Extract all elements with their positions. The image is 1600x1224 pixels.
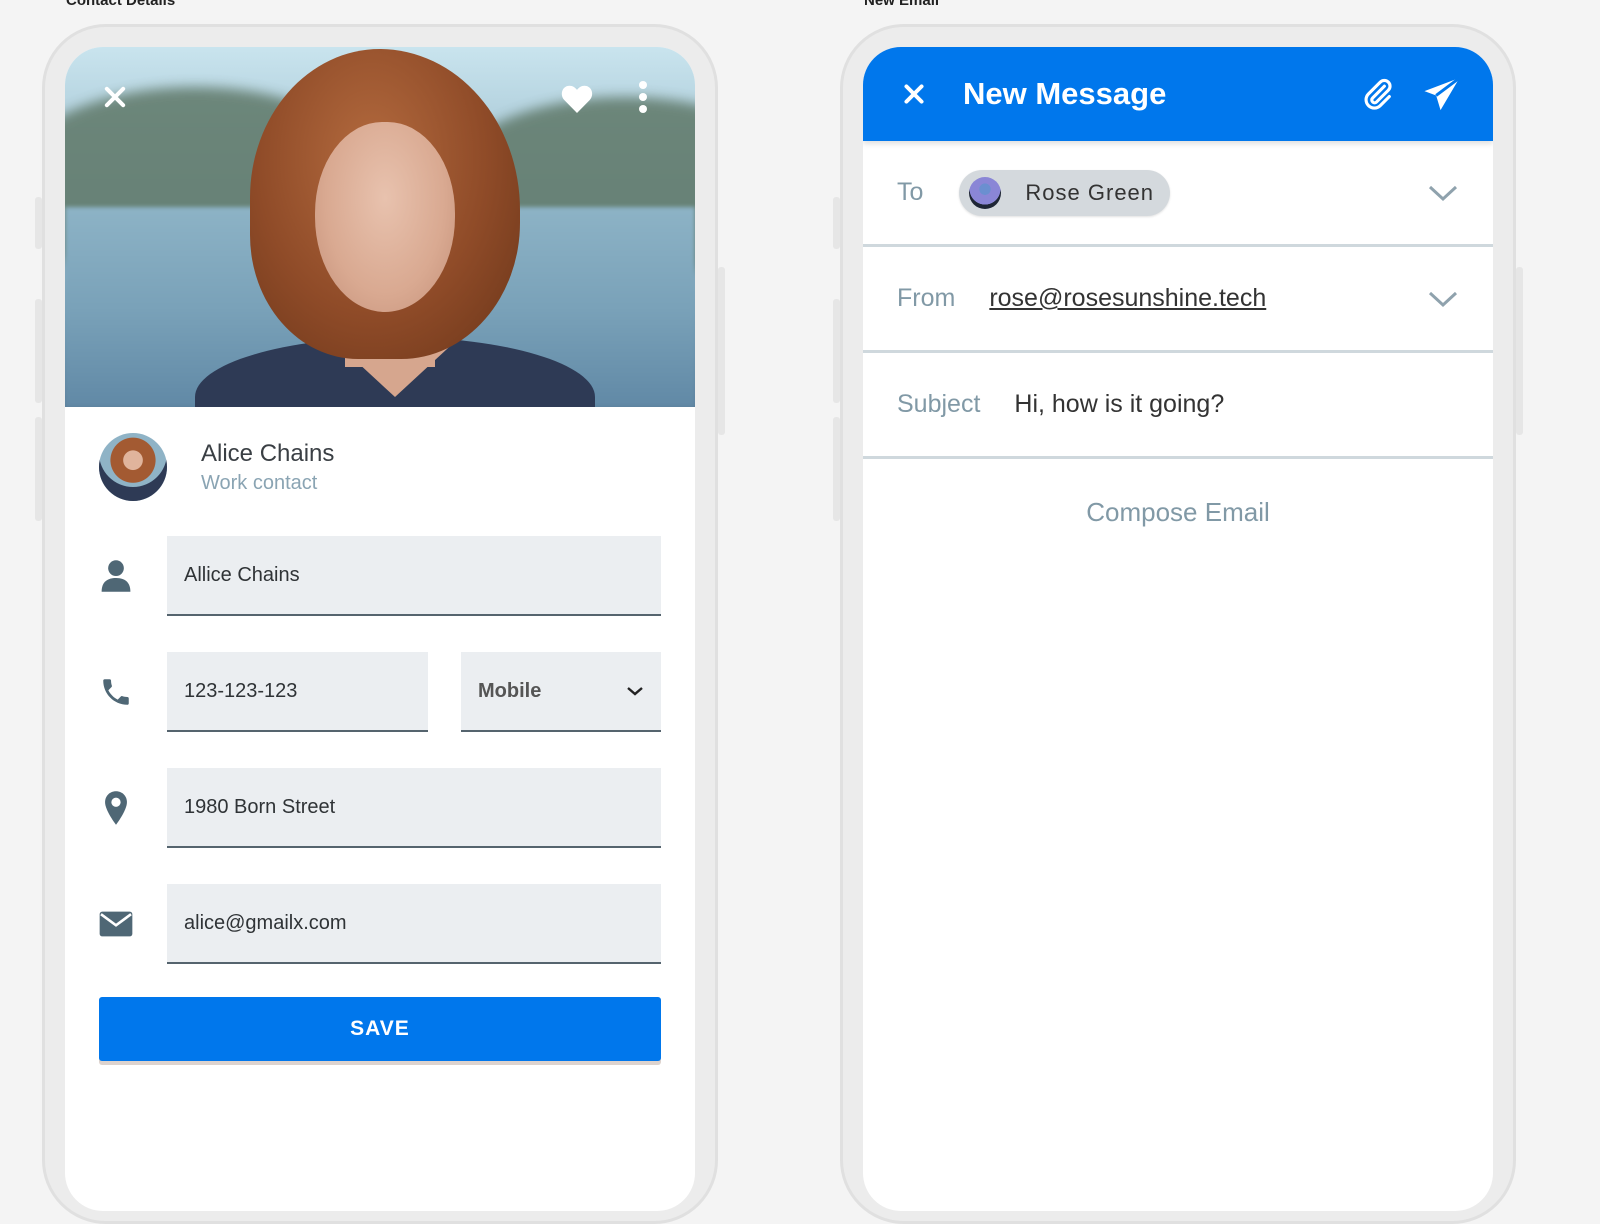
contact-phone-frame: Alice Chains Work contact Allice Chains … (35, 24, 725, 1224)
name-input-value: Allice Chains (184, 563, 300, 586)
contact-screen-caption: Contact Details (66, 0, 176, 9)
chevron-down-icon[interactable] (1427, 183, 1459, 203)
from-label: From (897, 284, 956, 312)
email-screen-caption: New Email (864, 0, 940, 9)
contact-type: Work contact (201, 471, 318, 494)
chevron-down-icon[interactable] (1427, 289, 1459, 309)
contact-name: Alice Chains (201, 439, 335, 467)
phone-input[interactable]: 123-123-123 (167, 652, 428, 732)
phone-volume-down-button (35, 417, 42, 521)
email-input[interactable]: alice@gmailx.com (167, 884, 661, 964)
contact-screen: Alice Chains Work contact Allice Chains … (65, 47, 695, 1211)
to-label: To (897, 178, 924, 206)
email-title: New Message (963, 76, 1167, 111)
chevron-down-icon (626, 685, 644, 697)
recipient-chip[interactable]: Rose Green (959, 169, 1171, 216)
from-row: From rose@rosesunshine.tech (863, 247, 1493, 353)
heart-icon[interactable] (559, 81, 595, 115)
send-icon[interactable] (1423, 76, 1461, 112)
phone-side-button (833, 197, 840, 249)
email-phone-frame: New Message To Rose Green From rose@rose… (833, 24, 1523, 1224)
phone-type-value: Mobile (478, 679, 542, 702)
from-address-link[interactable]: rose@rosesunshine.tech (989, 284, 1266, 313)
more-vertical-icon[interactable] (637, 79, 649, 115)
email-screen: New Message To Rose Green From rose@rose… (863, 47, 1493, 1211)
phone-input-value: 123-123-123 (184, 679, 298, 702)
close-icon[interactable] (101, 83, 129, 111)
to-row: To Rose Green (863, 141, 1493, 247)
contact-cover-photo (65, 47, 695, 407)
subject-row: Subject Hi, how is it going? (863, 353, 1493, 459)
phone-power-button (1516, 267, 1523, 435)
phone-side-button (35, 197, 42, 249)
address-input-value: 1980 Born Street (184, 795, 336, 818)
avatar (99, 433, 167, 501)
email-input-value: alice@gmailx.com (184, 911, 347, 934)
contact-profile-header: Alice Chains Work contact (99, 433, 334, 501)
save-button[interactable]: SAVE (99, 997, 661, 1061)
address-input[interactable]: 1980 Born Street (167, 768, 661, 848)
phone-icon (99, 675, 133, 709)
subject-label: Subject (897, 390, 981, 418)
person-icon (99, 559, 133, 593)
close-icon[interactable] (901, 81, 927, 107)
recipient-name: Rose Green (1025, 179, 1155, 205)
phone-field-row: 123-123-123 Mobile (99, 651, 661, 733)
phone-power-button (718, 267, 725, 435)
recipient-avatar (969, 176, 1002, 209)
phone-volume-down-button (833, 417, 840, 521)
subject-input[interactable]: Hi, how is it going? (1014, 390, 1224, 419)
mail-icon (99, 910, 133, 938)
phone-volume-up-button (833, 299, 840, 403)
location-pin-icon (99, 790, 133, 826)
email-field-row: alice@gmailx.com (99, 883, 661, 965)
name-field-row: Allice Chains (99, 535, 661, 617)
phone-volume-up-button (35, 299, 42, 403)
address-field-row: 1980 Born Street (99, 767, 661, 849)
name-input[interactable]: Allice Chains (167, 536, 661, 616)
compose-email-body[interactable]: Compose Email (863, 497, 1493, 528)
email-header-bar: New Message (863, 47, 1493, 141)
paperclip-icon[interactable] (1361, 77, 1395, 111)
phone-type-select[interactable]: Mobile (461, 652, 661, 732)
